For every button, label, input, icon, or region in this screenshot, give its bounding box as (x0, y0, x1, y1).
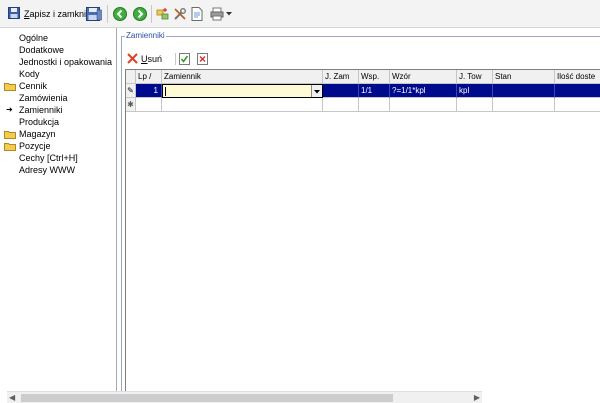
zamienniki-grid[interactable]: Lp / Zamiennik J. Zam Wsp. Wzór J. Tow S… (125, 69, 600, 403)
cell-lp[interactable]: 1 (136, 84, 162, 98)
column-header-j-zam[interactable]: J. Zam (323, 70, 359, 84)
cell-stan[interactable] (493, 84, 555, 98)
cell-j-zam[interactable] (323, 84, 359, 98)
new-cell-wsp[interactable] (359, 98, 390, 112)
save-and-close-button[interactable]: Zapisz i zamknij (8, 5, 88, 23)
forward-icon[interactable] (133, 5, 147, 23)
current-item-arrow-icon: ➜ (6, 105, 13, 114)
column-header-wsp[interactable]: Wsp. (359, 70, 390, 84)
nav-item-jednostki[interactable]: Jednostki i opakowania (19, 56, 112, 68)
text-caret (165, 87, 166, 96)
zamienniki-panel: Zamienniki Usuń Lp / Zamiennik J. Zam Ws… (118, 28, 600, 403)
editing-row-indicator: ✎ (126, 84, 136, 98)
back-icon[interactable] (113, 5, 127, 23)
tools-icon[interactable] (173, 5, 187, 23)
new-cell-ilosc[interactable] (555, 98, 600, 112)
dropdown-arrow-icon[interactable] (226, 5, 232, 23)
document-icon[interactable] (191, 5, 203, 23)
nav-item-magazyn[interactable]: Magazyn (19, 128, 56, 140)
scroll-left-icon[interactable]: ◀ (9, 393, 15, 403)
zamienniki-toolbar: Usuń (127, 51, 162, 67)
folder-icon (4, 82, 16, 91)
group-title: Zamienniki (125, 31, 166, 41)
confirm-document-icon[interactable] (179, 53, 190, 67)
nav-item-dodatkowe[interactable]: Dodatkowe (19, 44, 64, 56)
cell-ilosc[interactable] (555, 84, 600, 98)
delete-label: Usuń (141, 54, 163, 64)
nav-item-kody[interactable]: Kody (19, 68, 40, 80)
cancel-document-icon[interactable] (197, 53, 208, 67)
new-cell-j-zam[interactable] (323, 98, 359, 112)
cell-wsp[interactable]: 1/1 (359, 84, 390, 98)
cell-wzor[interactable]: ?=1/1*kpl (390, 84, 457, 98)
nav-item-zamienniki[interactable]: Zamienniki (19, 104, 63, 116)
nav-item-cennik[interactable]: Cennik (19, 80, 47, 92)
column-header-wzor[interactable]: Wzór (390, 70, 457, 84)
horizontal-scrollbar[interactable]: ◀ ▶ (7, 391, 482, 403)
new-row[interactable]: ✱ (126, 98, 600, 112)
section-navigation: Ogólne Dodatkowe Jednostki i opakowania … (0, 28, 117, 403)
nav-item-pozycje[interactable]: Pozycje (19, 140, 51, 152)
delete-x-icon (127, 52, 138, 66)
column-header-lp[interactable]: Lp / (136, 70, 162, 84)
new-cell-wzor[interactable] (390, 98, 457, 112)
scrollbar-thumb[interactable] (21, 394, 393, 402)
nav-item-produkcja[interactable]: Produkcja (19, 116, 59, 128)
new-cell-j-tow[interactable] (457, 98, 493, 112)
scroll-right-icon[interactable]: ▶ (474, 393, 480, 403)
column-header-zamiennik[interactable]: Zamiennik (162, 70, 323, 84)
new-cell-stan[interactable] (493, 98, 555, 112)
column-header-stan[interactable]: Stan (493, 70, 555, 84)
add-related-icon[interactable] (156, 5, 170, 23)
print-icon[interactable] (210, 5, 224, 23)
nav-item-cechy[interactable]: Cechy [Ctrl+H] (19, 152, 78, 164)
folder-icon (4, 130, 16, 139)
nav-item-zamowienia[interactable]: Zamówienia (19, 92, 68, 104)
delete-button[interactable]: Usuń (127, 52, 163, 66)
chevron-down-icon (314, 90, 320, 94)
new-row-indicator: ✱ (126, 98, 136, 112)
zamiennik-editor-combobox[interactable] (162, 84, 323, 98)
combobox-dropdown-button[interactable] (311, 85, 322, 97)
column-header-ilosc[interactable]: Ilość doste (555, 70, 600, 84)
table-row[interactable]: ✎ 1 1/1 ?=1/1*kpl kpl (126, 84, 600, 98)
floppy-icon[interactable] (86, 5, 102, 23)
save-icon (8, 7, 20, 21)
nav-item-adresy-www[interactable]: Adresy WWW (19, 164, 75, 176)
main-toolbar: Zapisz i zamknij (0, 0, 600, 28)
folder-icon (4, 142, 16, 151)
column-header-j-tow[interactable]: J. Tow (457, 70, 493, 84)
new-cell-lp[interactable] (136, 98, 162, 112)
new-cell-zamiennik[interactable] (162, 98, 323, 112)
header-indicator (126, 70, 136, 84)
nav-item-ogolne[interactable]: Ogólne (19, 32, 48, 44)
save-and-close-label: Zapisz i zamknij (24, 9, 89, 19)
cell-j-tow[interactable]: kpl (457, 84, 493, 98)
